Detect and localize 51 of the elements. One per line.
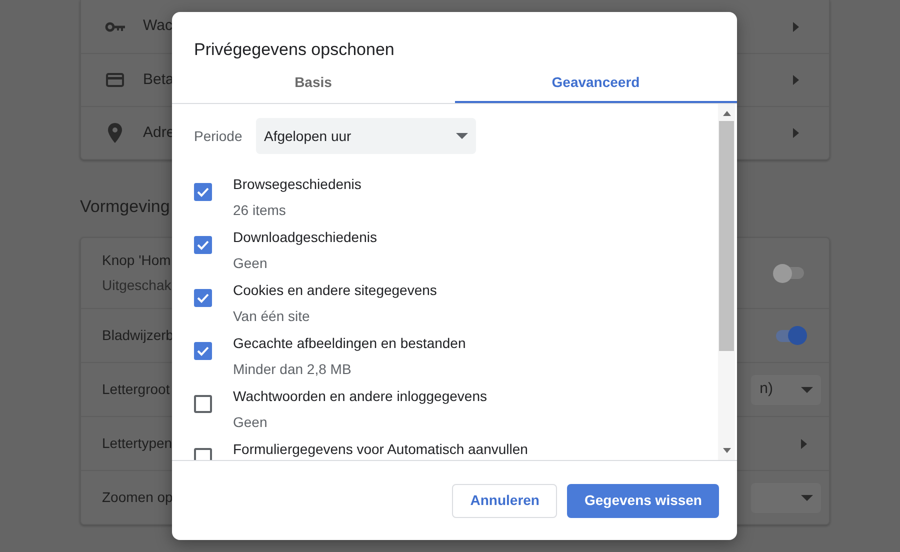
checkbox[interactable] (194, 236, 212, 254)
dropdown[interactable]: n) (751, 374, 821, 404)
caret-right-icon (793, 128, 799, 138)
period-dropdown[interactable]: Afgelopen uur (256, 118, 476, 154)
item-title: Formuliergegevens voor Automatisch aanvullen (233, 440, 528, 459)
item-subtitle: 26 items (233, 201, 286, 220)
checkbox[interactable] (194, 395, 212, 413)
item-title: Cookies en andere sitegegevens (233, 281, 437, 300)
credit-card-icon (106, 73, 124, 87)
dialog-title: Privégegevens opschonen (194, 38, 394, 60)
scroll-down-icon (722, 448, 730, 453)
caret-down-icon (801, 494, 813, 500)
checkmark-icon (197, 240, 209, 250)
key-icon (105, 22, 125, 32)
scroll-up-icon (722, 111, 730, 116)
dropdown-value: n) (760, 379, 773, 400)
clear-data-button[interactable]: Gegevens wissen (567, 484, 719, 518)
checkmark-icon (197, 187, 209, 197)
setting-sublabel: Uitgeschak (102, 276, 172, 295)
setting-label: Wac (143, 16, 172, 36)
caret-right-icon (793, 75, 799, 85)
caret-right-icon (793, 22, 799, 32)
location-pin-icon (108, 123, 122, 143)
setting-label: Zoomen op (102, 488, 173, 507)
tab[interactable]: Basis (172, 64, 454, 103)
item-title: Downloadgeschiedenis (233, 228, 377, 247)
checkmark-icon (197, 293, 209, 303)
checkbox[interactable] (194, 289, 212, 307)
scrollbar-thumb[interactable] (719, 121, 734, 351)
caret-down-icon (456, 133, 468, 139)
item-title: Wachtwoorden en andere inloggegevens (233, 387, 487, 406)
item-title: Browsegeschiedenis (233, 175, 362, 194)
setting-label: Lettertypen (102, 434, 172, 453)
setting-label: Knop 'Hom (102, 251, 171, 270)
tab[interactable]: Geavanceerd (454, 64, 737, 103)
item-subtitle: Geen (233, 254, 268, 273)
setting-label: Bladwijzerb (102, 326, 174, 345)
item-subtitle: Minder dan 2,8 MB (233, 360, 352, 379)
checkbox[interactable] (194, 342, 212, 360)
cancel-button[interactable]: Annuleren (452, 484, 558, 518)
section-heading: Vormgeving (80, 196, 170, 218)
item-subtitle: Geen (233, 413, 268, 432)
checkbox[interactable] (194, 183, 212, 201)
period-label: Periode (194, 126, 244, 146)
checkmark-icon (197, 346, 209, 356)
caret-right-icon (801, 438, 807, 448)
setting-label: Beta (143, 70, 174, 90)
item-title: Gecachte afbeeldingen en bestanden (233, 334, 466, 353)
item-subtitle: Van één site (233, 307, 310, 326)
setting-label: Lettergroot (102, 380, 170, 399)
caret-down-icon (801, 386, 813, 392)
